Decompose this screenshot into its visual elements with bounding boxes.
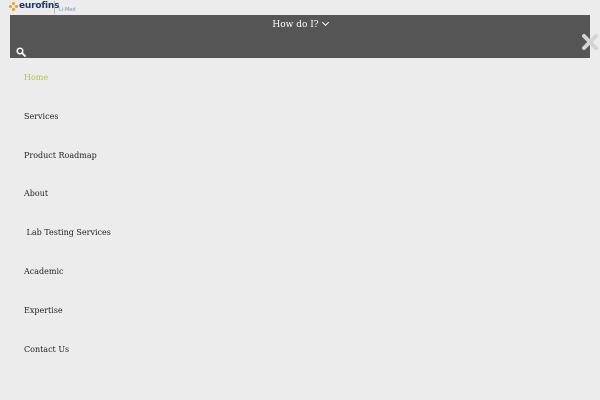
menu-item-about[interactable]: About [24,189,48,199]
close-icon [582,34,598,50]
menu-item-contact-us[interactable]: Contact Us [24,345,69,355]
close-menu-button[interactable] [580,32,600,52]
menu-item-lab-testing-services[interactable]: Lab Testing Services [24,228,111,238]
eurofins-logo-icon [9,2,18,11]
how-do-i-label: How do I? [272,20,319,30]
brand-subtitle: Li-Med [59,7,76,13]
menu-item-services[interactable]: Services [24,112,58,122]
menu-item-expertise[interactable]: Expertise [24,306,63,316]
menu-item-academic[interactable]: Academic [24,267,64,277]
logo-divider [54,1,55,14]
how-do-i-dropdown[interactable]: How do I? [10,18,590,31]
brand-logo[interactable]: eurofins [9,1,60,11]
menu-item-product-roadmap[interactable]: Product Roadmap [24,151,97,161]
top-navigation-band: How do I? [10,15,590,58]
logo-bar: eurofins Li-Med [0,0,600,15]
search-button[interactable] [16,42,26,57]
menu-item-home[interactable]: Home [24,73,48,83]
search-icon [16,47,26,57]
chevron-down-icon [321,18,329,27]
